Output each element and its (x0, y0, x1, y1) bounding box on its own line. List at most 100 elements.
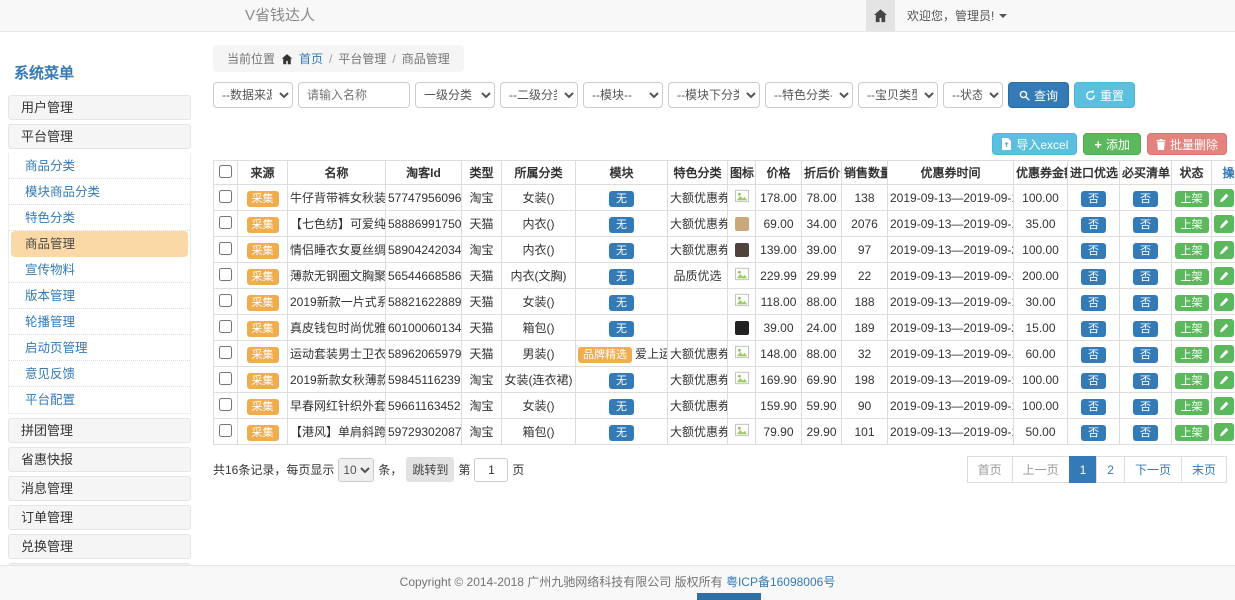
import-select-toggle[interactable]: 否 (1081, 217, 1106, 233)
row-checkbox[interactable] (219, 424, 232, 437)
row-checkbox[interactable] (219, 216, 232, 229)
sidebar-section-消息管理[interactable]: 消息管理 (8, 476, 191, 501)
import-select-toggle[interactable]: 否 (1081, 295, 1106, 311)
sidebar-section-省惠快报[interactable]: 省惠快报 (8, 447, 191, 472)
must-buy-toggle[interactable]: 否 (1133, 347, 1158, 363)
status-badge[interactable]: 上架 (1175, 191, 1209, 207)
import-select-toggle[interactable]: 否 (1081, 269, 1106, 285)
page-button-1[interactable]: 1 (1069, 456, 1098, 483)
module-select[interactable]: --模块-- (583, 82, 663, 108)
admin-page: V省钱达人 欢迎您，管理员! 系统菜单 用户管理平台管理商品分类模块商品分类特色… (0, 0, 1235, 600)
level1-category-select[interactable]: 一级分类 (415, 82, 495, 108)
import-excel-button[interactable]: 导入excel (992, 133, 1077, 155)
must-buy-toggle[interactable]: 否 (1133, 295, 1158, 311)
status-badge[interactable]: 上架 (1175, 269, 1209, 285)
sidebar-section-拼团管理[interactable]: 拼团管理 (8, 418, 191, 443)
icp-link[interactable]: 粤ICP备16098006号 (726, 575, 835, 589)
sidebar-item-版本管理[interactable]: 版本管理 (9, 283, 190, 309)
reset-button[interactable]: 重置 (1074, 82, 1135, 108)
must-buy-toggle[interactable]: 否 (1133, 243, 1158, 259)
batch-delete-button[interactable]: 批量删除 (1147, 133, 1227, 155)
name-search-input[interactable] (298, 82, 410, 108)
sidebar-item-商品管理[interactable]: 商品管理 (11, 231, 188, 257)
coupon-time-cell: 2019-09-13—2019-09-20 (888, 237, 1014, 263)
breadcrumb-home-link[interactable]: 首页 (299, 50, 323, 67)
import-select-toggle[interactable]: 否 (1081, 243, 1106, 259)
sidebar-section-兑换管理[interactable]: 兑换管理 (8, 534, 191, 559)
user-menu[interactable]: 欢迎您，管理员! (907, 0, 1007, 31)
status-badge[interactable]: 上架 (1175, 399, 1209, 415)
import-select-toggle[interactable]: 否 (1081, 399, 1106, 415)
sidebar-section-订单管理[interactable]: 订单管理 (8, 505, 191, 530)
status-badge[interactable]: 上架 (1175, 243, 1209, 259)
sidebar-section-用户管理[interactable]: 用户管理 (8, 95, 191, 120)
import-select-toggle[interactable]: 否 (1081, 321, 1106, 337)
edit-button[interactable] (1214, 189, 1234, 207)
sidebar-item-意见反馈[interactable]: 意见反馈 (9, 361, 190, 387)
must-buy-toggle[interactable]: 否 (1133, 373, 1158, 389)
must-buy-toggle[interactable]: 否 (1133, 191, 1158, 207)
must-buy-toggle[interactable]: 否 (1133, 269, 1158, 285)
item-type-select[interactable]: --宝贝类型-- (858, 82, 938, 108)
page-button-下一页[interactable]: 下一页 (1124, 456, 1182, 483)
edit-button[interactable] (1214, 319, 1234, 337)
row-checkbox[interactable] (219, 190, 232, 203)
edit-button[interactable] (1214, 371, 1234, 389)
module-subcategory-select[interactable]: --模块下分类-- (668, 82, 760, 108)
page-button-上一页[interactable]: 上一页 (1012, 456, 1070, 483)
sidebar-item-平台配置[interactable]: 平台配置 (9, 387, 190, 413)
row-checkbox[interactable] (219, 398, 232, 411)
coupon-amount-cell: 100.00 (1014, 367, 1068, 393)
row-checkbox[interactable] (219, 242, 232, 255)
table-row: 采集2019新款一片式系...588216228899天猫女装()无118.00… (214, 289, 1235, 315)
sidebar-item-模块商品分类[interactable]: 模块商品分类 (9, 179, 190, 205)
status-select[interactable]: --状态-- (943, 82, 1003, 108)
home-icon[interactable] (866, 0, 895, 31)
sidebar-section-平台管理[interactable]: 平台管理 (8, 124, 191, 149)
row-checkbox[interactable] (219, 294, 232, 307)
edit-button[interactable] (1214, 293, 1234, 311)
edit-button[interactable] (1214, 241, 1234, 259)
row-checkbox[interactable] (219, 320, 232, 333)
status-badge[interactable]: 上架 (1175, 425, 1209, 441)
sidebar-item-商品分类[interactable]: 商品分类 (9, 153, 190, 179)
status-badge[interactable]: 上架 (1175, 217, 1209, 233)
per-page-select[interactable]: 10 (338, 458, 374, 482)
level2-category-select[interactable]: --二级分类-- (500, 82, 578, 108)
status-badge[interactable]: 上架 (1175, 347, 1209, 363)
sidebar-item-轮播管理[interactable]: 轮播管理 (9, 309, 190, 335)
must-buy-toggle[interactable]: 否 (1133, 425, 1158, 441)
row-checkbox[interactable] (219, 346, 232, 359)
data-source-select[interactable]: --数据来源-- (213, 82, 293, 108)
page-button-首页[interactable]: 首页 (967, 456, 1013, 483)
edit-button[interactable] (1214, 345, 1234, 363)
sidebar-item-特色分类[interactable]: 特色分类 (9, 205, 190, 231)
jump-button[interactable]: 跳转到 (406, 457, 454, 482)
status-badge[interactable]: 上架 (1175, 321, 1209, 337)
select-all-checkbox[interactable] (219, 165, 232, 178)
must-buy-toggle[interactable]: 否 (1133, 217, 1158, 233)
row-checkbox[interactable] (219, 268, 232, 281)
search-button[interactable]: 查询 (1008, 82, 1069, 108)
edit-button[interactable] (1214, 423, 1234, 441)
page-button-末页[interactable]: 末页 (1181, 456, 1227, 483)
edit-button[interactable] (1214, 267, 1234, 285)
import-select-toggle[interactable]: 否 (1081, 191, 1106, 207)
import-select-toggle[interactable]: 否 (1081, 373, 1106, 389)
trash-icon (1156, 139, 1166, 150)
status-badge[interactable]: 上架 (1175, 373, 1209, 389)
page-button-2[interactable]: 2 (1096, 456, 1125, 483)
row-checkbox[interactable] (219, 372, 232, 385)
import-select-toggle[interactable]: 否 (1081, 347, 1106, 363)
must-buy-toggle[interactable]: 否 (1133, 399, 1158, 415)
add-button[interactable]: + 添加 (1083, 133, 1141, 155)
page-number-input[interactable] (474, 458, 508, 482)
must-buy-toggle[interactable]: 否 (1133, 321, 1158, 337)
edit-button[interactable] (1214, 215, 1234, 233)
import-select-toggle[interactable]: 否 (1081, 425, 1106, 441)
feature-category-select[interactable]: --特色分类-- (765, 82, 853, 108)
sidebar-item-宣传物料[interactable]: 宣传物料 (9, 257, 190, 283)
status-badge[interactable]: 上架 (1175, 295, 1209, 311)
sidebar-item-启动页管理[interactable]: 启动页管理 (9, 335, 190, 361)
edit-button[interactable] (1214, 397, 1234, 415)
